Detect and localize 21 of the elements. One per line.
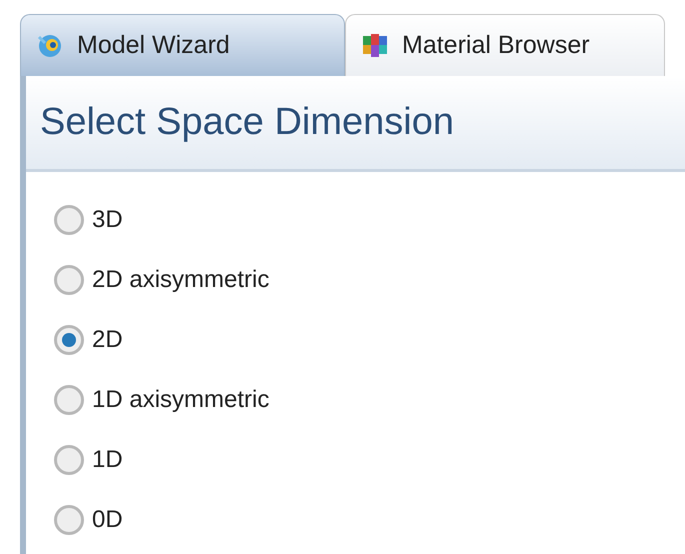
radio-option[interactable]: 2D axisymmetric — [54, 260, 685, 300]
radio-option[interactable]: 3D — [54, 200, 685, 240]
radio-button[interactable] — [54, 385, 84, 415]
radio-button[interactable] — [54, 265, 84, 295]
radio-option[interactable]: 0D — [54, 500, 685, 540]
radio-button[interactable] — [54, 325, 84, 355]
option-label: 1D — [92, 445, 123, 475]
option-label: 1D axisymmetric — [92, 385, 270, 415]
page-heading: Select Space Dimension — [40, 100, 454, 145]
radio-button[interactable] — [54, 445, 84, 475]
radio-option[interactable]: 1D — [54, 440, 685, 480]
tab[interactable]: Material Browser — [345, 14, 665, 76]
radio-button[interactable] — [54, 505, 84, 535]
radio-option[interactable]: 1D axisymmetric — [54, 380, 685, 420]
tab[interactable]: Model Wizard — [20, 14, 345, 76]
option-label: 3D — [92, 205, 123, 235]
option-label: 0D — [92, 505, 123, 535]
option-label: 2D — [92, 325, 123, 355]
radio-option[interactable]: 2D — [54, 320, 685, 360]
radio-button[interactable] — [54, 205, 84, 235]
option-label: 2D axisymmetric — [92, 265, 270, 295]
